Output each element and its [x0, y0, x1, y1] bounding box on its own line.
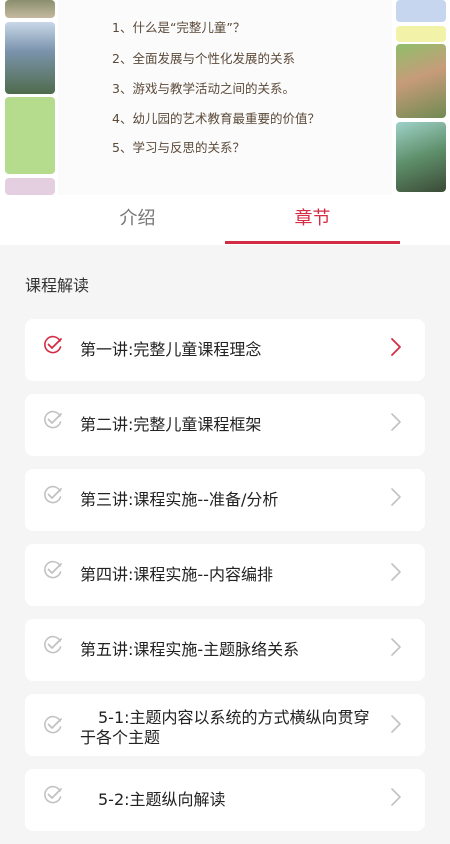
chevron-right-icon	[391, 413, 401, 431]
check-circle-icon	[44, 785, 62, 804]
chevron-right-icon	[391, 488, 401, 506]
photo-thumbnail	[5, 0, 55, 18]
chapter-label: 第三讲:课程实施--准备/分析	[80, 490, 279, 509]
slide-item: 5、学习与反思的关系？	[112, 140, 245, 155]
tab-bar: 介绍 章节	[0, 195, 450, 245]
chapter-item[interactable]: 第四讲:课程实施--内容编排	[25, 544, 425, 606]
photo-thumbnail	[396, 26, 446, 42]
chapter-label: 第二讲:完整儿童课程框架	[80, 415, 262, 434]
chapter-list: 第一讲:完整儿童课程理念 第二讲:完整儿童课程框架 第三讲:课程实施--准备/分…	[25, 319, 425, 844]
chapter-item[interactable]: 第三讲:课程实施--准备/分析	[25, 469, 425, 531]
chapter-item[interactable]: 第一讲:完整儿童课程理念	[25, 319, 425, 381]
chapter-label: 第一讲:完整儿童课程理念	[80, 340, 262, 359]
slide-item: 2、全面发展与个性化发展的关系	[112, 51, 295, 66]
photo-thumbnail	[5, 97, 55, 174]
video-player[interactable]: 1、什么是“完整儿童”？ 2、全面发展与个性化发展的关系 3、游戏与教学活动之间…	[0, 0, 450, 195]
tab-intro[interactable]: 介绍	[50, 195, 225, 245]
check-circle-icon	[44, 335, 62, 354]
chapter-label: 第四讲:课程实施--内容编排	[80, 565, 273, 584]
section-title: 课程解读	[25, 276, 90, 295]
photo-thumbnail	[396, 122, 446, 192]
chapter-item[interactable]: 第二讲:完整儿童课程框架	[25, 394, 425, 456]
chevron-right-icon	[391, 715, 401, 733]
slide-item: 4、幼儿园的艺术教育最重要的价值？	[112, 111, 320, 126]
photo-thumbnail	[5, 22, 55, 94]
chevron-right-icon	[391, 638, 401, 656]
check-circle-icon	[44, 560, 62, 579]
chapter-label: 5-2:主题纵向解读	[98, 790, 226, 809]
chapter-item[interactable]: 5-2:主题纵向解读	[25, 769, 425, 831]
active-tab-indicator	[225, 241, 400, 244]
photo-thumbnail	[396, 0, 446, 22]
chevron-right-icon	[391, 788, 401, 806]
check-circle-icon	[44, 635, 62, 654]
photo-thumbnail	[396, 44, 446, 118]
chevron-right-icon	[391, 338, 401, 356]
slide-item: 1、什么是“完整儿童”？	[112, 20, 246, 35]
slide-item: 3、游戏与教学活动之间的关系。	[112, 81, 295, 96]
photo-thumbnail	[5, 178, 55, 195]
check-circle-icon	[44, 715, 62, 734]
chapter-label: 第五讲:课程实施-主题脉络关系	[80, 640, 300, 659]
check-circle-icon	[44, 410, 62, 429]
check-circle-icon	[44, 485, 62, 504]
chevron-right-icon	[391, 563, 401, 581]
tab-chapters[interactable]: 章节	[225, 195, 400, 245]
chapter-item[interactable]: 5-1:主题内容以系统的方式横纵向贯穿于各个主题	[25, 694, 425, 756]
chapter-label: 5-1:主题内容以系统的方式横纵向贯穿于各个主题	[80, 708, 370, 747]
chapter-item[interactable]: 第五讲:课程实施-主题脉络关系	[25, 619, 425, 681]
